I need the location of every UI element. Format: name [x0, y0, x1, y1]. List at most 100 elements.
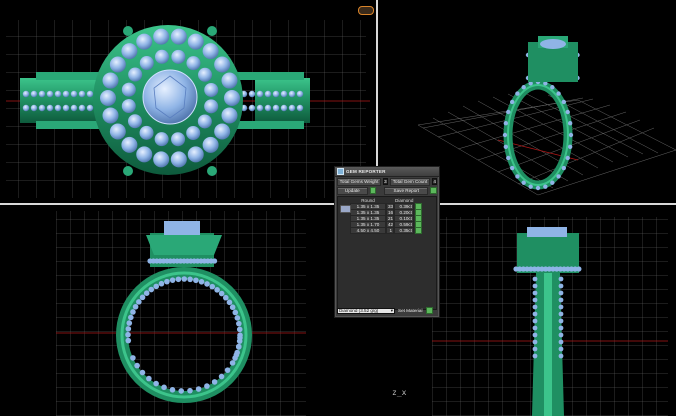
- band-gem: [148, 286, 155, 293]
- band-gem: [125, 331, 131, 338]
- band-gem: [568, 132, 574, 138]
- band-gem: [193, 277, 199, 284]
- band-gem: [86, 104, 94, 112]
- inner-halo-gem: [204, 82, 219, 97]
- band-gem: [126, 320, 133, 326]
- band-gem: [532, 276, 538, 282]
- inner-halo-gem: [154, 49, 169, 64]
- material-select[interactable]: Diamond (3.52 g/g) ▾: [337, 307, 395, 314]
- band-gem: [54, 90, 62, 98]
- update-button[interactable]: Update: [337, 186, 368, 195]
- band-gem: [558, 304, 564, 310]
- inner-halo-gem: [186, 56, 201, 71]
- band-gem: [211, 379, 218, 385]
- band-gem: [226, 299, 233, 306]
- halo-gem: [202, 136, 219, 153]
- band-gem: [256, 104, 264, 112]
- band-gem: [558, 332, 564, 338]
- band-gem: [62, 104, 70, 112]
- band-gem: [521, 180, 526, 185]
- band-gem: [515, 91, 520, 96]
- band-gem: [550, 180, 555, 185]
- band-gem: [532, 311, 538, 317]
- inner-halo-gem: [154, 132, 169, 147]
- halo-gem: [102, 72, 119, 89]
- band-gem: [136, 299, 142, 305]
- band-gem: [134, 362, 140, 369]
- halo-gem: [170, 151, 187, 168]
- panel-title: GEM REPORTER: [346, 169, 386, 174]
- band-gem: [288, 104, 296, 112]
- band-gem: [234, 315, 241, 321]
- band-gem: [248, 90, 256, 98]
- band-gem: [558, 339, 564, 345]
- band-gem: [558, 318, 564, 324]
- band-gem: [558, 283, 564, 289]
- total-gem-count-value: 4: [432, 178, 437, 185]
- inner-halo-gem: [139, 55, 154, 70]
- band-gem: [209, 283, 216, 290]
- viewport-side[interactable]: [432, 205, 676, 416]
- band-gem: [280, 90, 288, 98]
- band-gem: [86, 90, 94, 98]
- total-gem-count-button[interactable]: Total Gem Count: [389, 177, 431, 186]
- save-report-button[interactable]: Save Report: [384, 186, 429, 195]
- table-row[interactable]: 4.50 x 4.50 1 0.35ct: [338, 226, 436, 234]
- band-gem: [187, 276, 193, 283]
- band-gem: [558, 311, 564, 317]
- viewport-badge-icon[interactable]: [358, 6, 374, 15]
- band-gem: [62, 90, 70, 98]
- inner-halo-gem: [171, 49, 186, 64]
- halo-gem: [136, 33, 153, 50]
- total-gems-weight-value: 3: [383, 178, 388, 185]
- band-gem: [169, 277, 176, 283]
- shank-right: [255, 78, 310, 123]
- band-gem: [532, 346, 538, 352]
- band-gem: [153, 380, 159, 387]
- band-gem: [272, 90, 280, 98]
- band-gem: [567, 121, 573, 126]
- halo-gem: [153, 151, 170, 168]
- band-gem: [558, 290, 564, 296]
- update-checkbox[interactable]: [369, 187, 377, 194]
- gem-count-cell: 1: [386, 226, 394, 234]
- band-gem: [535, 185, 541, 191]
- gem-thumbnail-icon: [340, 205, 351, 213]
- save-report-checkbox[interactable]: [430, 187, 437, 194]
- inner-halo-gem: [128, 67, 143, 82]
- band-gem: [218, 373, 225, 380]
- halo-gem: [221, 72, 238, 89]
- row-select-checkbox[interactable]: [415, 226, 422, 234]
- top-view-canvas: [6, 20, 370, 198]
- band-gem: [229, 304, 236, 311]
- chevron-down-icon: ▾: [390, 307, 393, 313]
- band-gem: [175, 276, 182, 283]
- inner-halo-gem: [139, 125, 154, 140]
- halo-gem: [170, 28, 187, 45]
- band-gem: [532, 318, 538, 324]
- halo-gem: [153, 28, 170, 45]
- band-gem: [532, 325, 538, 331]
- total-gems-weight-button[interactable]: Total Gems Weight: [337, 177, 381, 186]
- band-gem: [128, 314, 134, 321]
- band-gem: [195, 386, 202, 392]
- band-gem: [46, 90, 54, 98]
- halo-gem: [136, 146, 153, 163]
- band-gem: [30, 90, 38, 98]
- set-material-checkbox[interactable]: [425, 307, 433, 314]
- panel-titlebar[interactable]: GEM REPORTER: [335, 167, 439, 177]
- band-gem: [556, 91, 561, 96]
- band-gem: [125, 326, 132, 332]
- gem-weight-cell: 0.35ct: [394, 226, 414, 234]
- band-gem: [532, 353, 538, 359]
- band-gem: [280, 104, 288, 112]
- band-gem: [178, 388, 185, 394]
- band-gem: [130, 309, 136, 315]
- band-gem: [181, 276, 188, 282]
- halo-gem: [214, 123, 231, 140]
- band-gem: [502, 132, 508, 138]
- band-gem: [70, 90, 78, 98]
- material-row: Diamond (3.52 g/g) ▾ Set Material: [337, 307, 437, 314]
- halo-gem: [109, 56, 126, 73]
- viewport-top[interactable]: [0, 0, 376, 203]
